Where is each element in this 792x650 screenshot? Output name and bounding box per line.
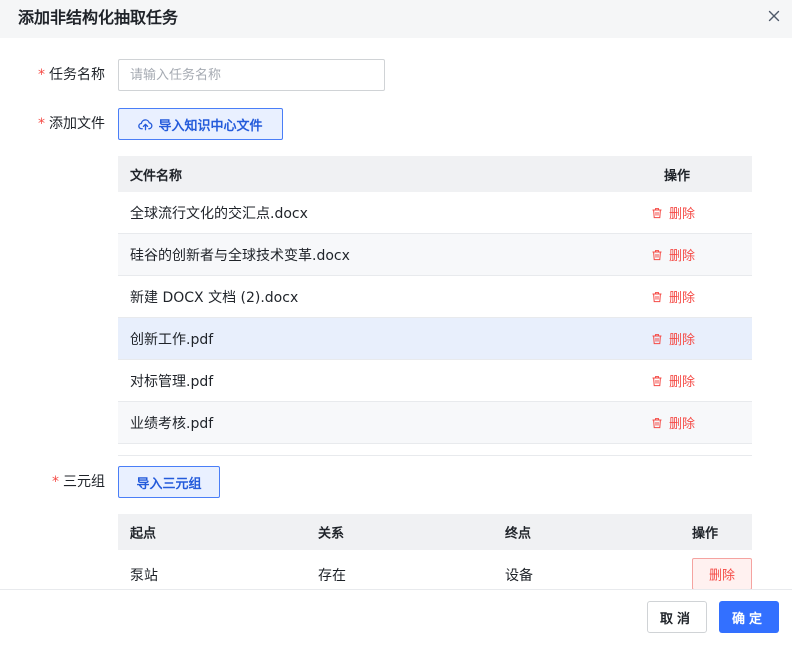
- trash-icon: [652, 417, 662, 428]
- delete-label: 删除: [708, 568, 735, 584]
- delete-label: 删除: [668, 291, 695, 306]
- file-name: 新建 DOCX 文档 (2).docx: [130, 289, 299, 306]
- file-name: 对标管理.pdf: [130, 373, 214, 390]
- dialog-header: 添加非结构化抽取任务: [0, 0, 792, 38]
- cancel-label: 取消: [659, 611, 694, 627]
- required-mark: *: [52, 474, 59, 490]
- import-triples-label: 导入三元组: [136, 476, 202, 492]
- dialog-title: 添加非结构化抽取任务: [18, 8, 179, 27]
- triple-relation: 存在: [318, 568, 346, 584]
- cloud-upload-icon: [138, 118, 153, 130]
- file-name: 硅谷的创新者与全球技术变革.docx: [130, 247, 350, 264]
- delete-file-button[interactable]: 删除: [651, 287, 695, 306]
- triples-table-header: 起点 关系 终点 操作: [118, 514, 752, 550]
- dialog-body: *任务名称 *添加文件 导入知识中心文件 文件名称 操作 全球流行文化的交汇点.…: [0, 38, 792, 589]
- trash-icon: [652, 207, 662, 218]
- divider: [118, 455, 752, 456]
- import-triples-button[interactable]: 导入三元组: [118, 466, 220, 498]
- column-header-relation: 关系: [318, 526, 345, 542]
- table-row: 创新工作.pdf 删除: [118, 318, 752, 360]
- cancel-button[interactable]: 取消: [647, 601, 707, 633]
- delete-label: 删除: [668, 207, 695, 222]
- table-row: 全球流行文化的交汇点.docx 删除: [118, 192, 752, 234]
- confirm-label: 确定: [731, 611, 766, 627]
- delete-file-button[interactable]: 删除: [651, 371, 695, 390]
- file-table: 文件名称 操作 全球流行文化的交汇点.docx 删除 硅谷的创新者与全球技术变革…: [118, 156, 752, 444]
- file-name: 创新工作.pdf: [130, 331, 214, 348]
- task-name-label: * 任务名称: [38, 65, 105, 85]
- triples-label-text: 三元组: [63, 474, 105, 490]
- table-row: 新建 DOCX 文档 (2).docx 删除: [118, 276, 752, 318]
- required-mark: *: [38, 67, 45, 83]
- trash-icon: [652, 249, 662, 260]
- confirm-button[interactable]: 确定: [719, 601, 779, 633]
- table-row: 业绩考核.pdf 删除: [118, 402, 752, 444]
- column-header-action: 操作: [692, 526, 719, 542]
- column-header-action: 操作: [663, 168, 690, 184]
- delete-label: 删除: [668, 417, 695, 432]
- file-name: 业绩考核.pdf: [130, 415, 214, 432]
- dialog-footer: 取消 确定: [0, 589, 792, 650]
- delete-file-button[interactable]: 删除: [651, 203, 695, 222]
- triple-end: 设备: [505, 568, 533, 584]
- delete-label: 删除: [668, 375, 695, 390]
- add-file-label: * 添加文件: [38, 114, 105, 134]
- delete-file-button[interactable]: 删除: [651, 245, 695, 264]
- task-name-label-text: 任务名称: [49, 67, 105, 83]
- trash-icon: [652, 291, 662, 302]
- delete-triple-button[interactable]: 删除: [692, 558, 752, 589]
- import-knowledge-files-label: 导入知识中心文件: [158, 118, 263, 134]
- column-header-start: 起点: [130, 526, 157, 542]
- trash-icon: [652, 333, 662, 344]
- column-header-file-name: 文件名称: [130, 168, 183, 184]
- table-row: 泵站 存在 设备 删除: [118, 550, 752, 589]
- task-name-input[interactable]: [118, 59, 385, 91]
- file-name: 全球流行文化的交汇点.docx: [130, 205, 308, 222]
- delete-file-button[interactable]: 删除: [651, 413, 695, 432]
- delete-label: 删除: [668, 249, 695, 264]
- table-row: 对标管理.pdf 删除: [118, 360, 752, 402]
- file-table-header: 文件名称 操作: [118, 156, 752, 192]
- column-header-end: 终点: [505, 526, 532, 542]
- import-knowledge-files-button[interactable]: 导入知识中心文件: [118, 108, 283, 140]
- add-file-label-text: 添加文件: [49, 116, 105, 132]
- trash-icon: [652, 375, 662, 386]
- triples-table: 起点 关系 终点 操作 泵站 存在 设备 删除: [118, 514, 752, 589]
- triples-label: * 三元组: [52, 472, 105, 492]
- close-icon[interactable]: [766, 8, 782, 24]
- table-row: 硅谷的创新者与全球技术变革.docx 删除: [118, 234, 752, 276]
- required-mark: *: [38, 116, 45, 132]
- triple-start: 泵站: [130, 568, 158, 584]
- delete-file-button[interactable]: 删除: [651, 329, 695, 348]
- delete-label: 删除: [668, 333, 695, 348]
